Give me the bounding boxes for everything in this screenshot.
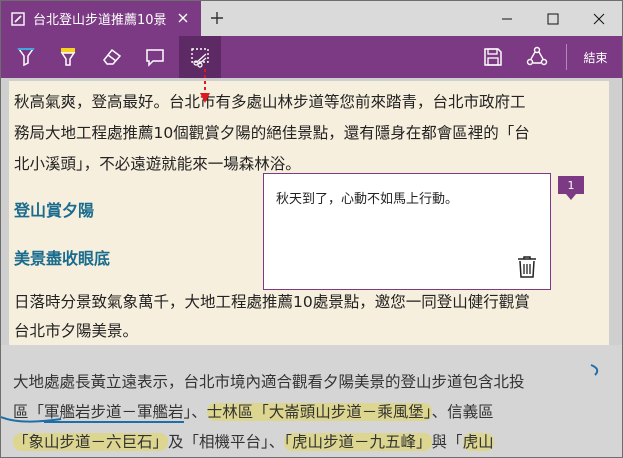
maximize-icon bbox=[547, 13, 559, 24]
arrow-down-icon bbox=[200, 69, 210, 103]
pen-tool-button[interactable] bbox=[5, 36, 47, 78]
close-icon bbox=[593, 13, 605, 24]
share-button[interactable] bbox=[516, 36, 558, 78]
web-note-toolbar: 結束 bbox=[1, 36, 622, 78]
tab-bar: 台北登山步道推薦10景 bbox=[1, 1, 622, 36]
paragraph-line: 務局大地工程處推薦10個觀賞夕陽的絕佳景點，還有隱身在都會區裡的「台 bbox=[14, 124, 530, 142]
minimize-icon bbox=[502, 18, 512, 19]
section-heading: 登山賞夕陽 bbox=[14, 201, 95, 220]
paragraph-line: 台北市夕陽美景。 bbox=[14, 322, 139, 340]
new-tab-icon[interactable] bbox=[209, 10, 225, 26]
tab-title: 台北登山步道推薦10景 bbox=[33, 13, 167, 28]
comment-icon bbox=[146, 49, 164, 67]
unselected-area: 大地處處長黃立遠表示，台北市境內適合觀看夕陽美景的登山步道包含北投 區「軍艦岩步… bbox=[1, 345, 622, 457]
toolbar-separator bbox=[566, 44, 567, 70]
share-icon bbox=[526, 46, 548, 66]
clip-icon bbox=[191, 48, 209, 68]
browser-window: 台北登山步道推薦10景 結束 秋高氣爽，登高最好。台北市有多處山林步道等您前來踏… bbox=[0, 0, 623, 458]
eraser-tool-button[interactable] bbox=[91, 36, 133, 78]
active-tab[interactable]: 台北登山步道推薦10景 bbox=[1, 1, 201, 36]
maximize-button[interactable] bbox=[530, 1, 576, 36]
page-content: 秋高氣爽，登高最好。台北市有多處山林步道等您前來踏青，台北市政府工 務局大地工程… bbox=[1, 78, 622, 457]
edit-page-icon bbox=[11, 11, 25, 26]
section-heading: 美景盡收眼底 bbox=[14, 249, 111, 268]
minimize-button[interactable] bbox=[484, 1, 530, 36]
pen-icon bbox=[17, 48, 35, 67]
eraser-icon bbox=[103, 48, 122, 65]
close-tab-icon[interactable] bbox=[175, 10, 191, 26]
exit-button[interactable]: 結束 bbox=[573, 36, 618, 78]
save-button[interactable] bbox=[472, 36, 514, 78]
comment-tool-button[interactable] bbox=[134, 36, 176, 78]
paragraph-line: 日落時分景致氣象萬千，大地工程處推薦10處景點，邀您一同登山健行觀賞 bbox=[14, 293, 530, 311]
comment-note[interactable]: 秋天到了，心動不如馬上行動。 bbox=[263, 173, 551, 290]
note-count-badge[interactable]: 1 bbox=[558, 176, 584, 200]
highlighter-icon bbox=[60, 48, 76, 66]
save-icon bbox=[484, 48, 502, 66]
close-window-button[interactable] bbox=[576, 1, 622, 36]
highlighter-tool-button[interactable] bbox=[47, 36, 89, 78]
paragraph-line: 秋高氣爽，登高最好。台北市有多處山林步道等您前來踏青，台北市政府工 bbox=[14, 93, 526, 111]
trash-icon[interactable] bbox=[516, 255, 538, 279]
ink-annotations bbox=[1, 364, 599, 423]
note-text[interactable]: 秋天到了，心動不如馬上行動。 bbox=[276, 188, 458, 207]
